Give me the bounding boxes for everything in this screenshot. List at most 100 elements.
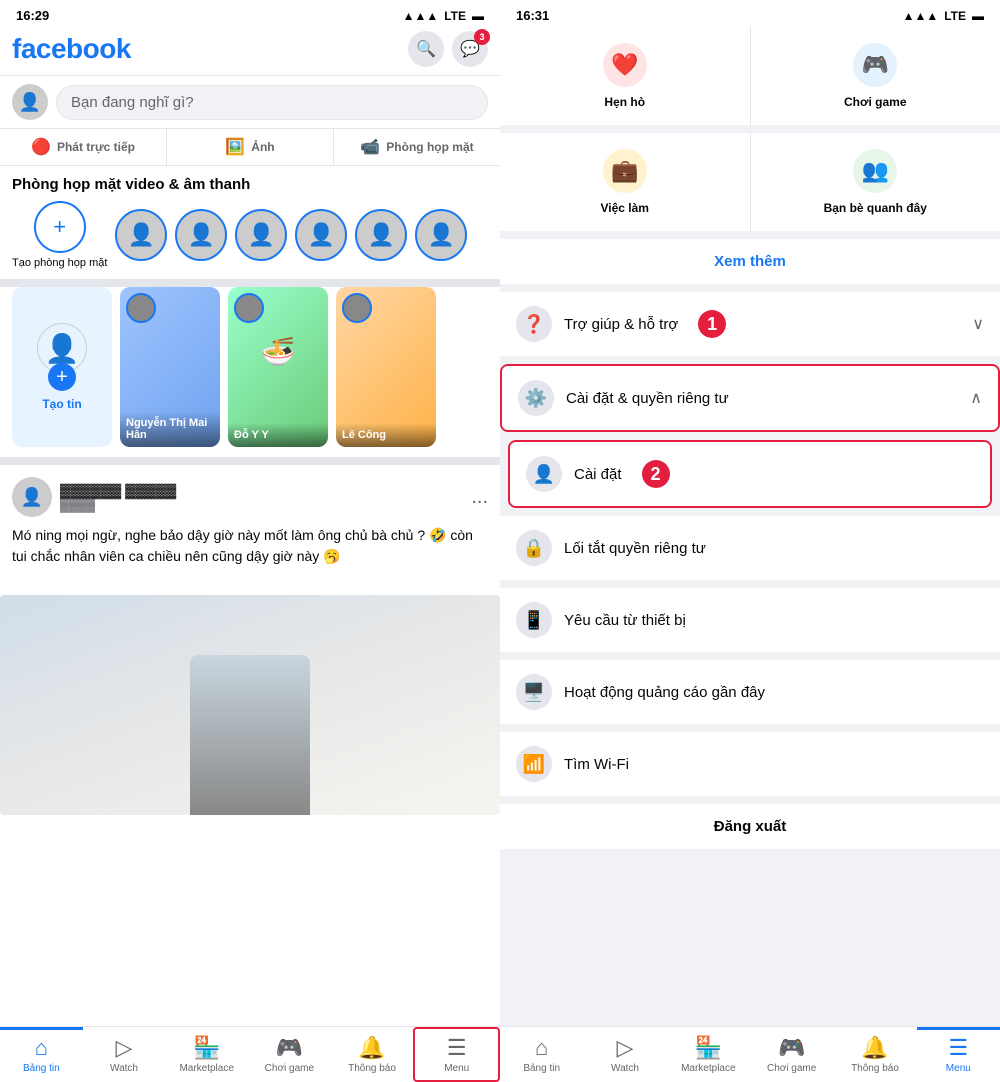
signal-icon: ▲▲▲ xyxy=(403,9,439,23)
help-row[interactable]: ❓ Trợ giúp & hỗ trợ 1 ∨ xyxy=(500,292,1000,356)
story-label-1: Nguyễn Thị Mai Hân xyxy=(120,411,220,447)
nav-menu[interactable]: ☰ Menu xyxy=(413,1027,500,1082)
nav-notifications[interactable]: 🔔 Thông báo xyxy=(331,1027,414,1082)
nearby-icon-box: 👥 xyxy=(853,149,897,193)
nearby-label: Bạn bè quanh đây xyxy=(824,201,927,215)
post-more-button[interactable]: ... xyxy=(471,486,488,509)
right-nav-home[interactable]: ⌂ Bảng tin xyxy=(500,1027,583,1082)
messenger-button[interactable]: 💬 3 xyxy=(452,31,488,67)
search-button[interactable]: 🔍 xyxy=(408,31,444,67)
post-avatar: 👤 xyxy=(12,477,52,517)
ad-activity-section: 🖥️ Hoạt động quảng cáo gần đây xyxy=(500,660,1000,724)
wifi-label: Tìm Wi-Fi xyxy=(564,756,629,773)
menu-item-jobs[interactable]: 💼 Việc làm xyxy=(500,133,751,231)
right-watch-icon: ▷ xyxy=(617,1035,634,1061)
room-avatar-4: 👤 xyxy=(295,209,347,261)
menu-scroll[interactable]: ❤️ Hẹn hò 🎮 Chơi game 💼 Việc làm 👥 Bạn b… xyxy=(500,27,1000,1082)
room-avatar-5: 👤 xyxy=(355,209,407,261)
nav-marketplace[interactable]: 🏪 Marketplace xyxy=(165,1027,248,1082)
wifi-icon: 📶 xyxy=(516,746,552,782)
right-nav-gaming[interactable]: 🎮 Chơi game xyxy=(750,1027,833,1082)
battery-icon: ▬ xyxy=(472,9,484,23)
user-placeholder-icon: 👤 xyxy=(45,332,80,365)
right-nav-menu[interactable]: ☰ Menu xyxy=(917,1027,1000,1082)
jobs-icon-box: 💼 xyxy=(603,149,647,193)
bell-icon: 🔔 xyxy=(358,1035,385,1061)
right-menu-icon: ☰ xyxy=(948,1035,968,1061)
nav-watch[interactable]: ▷ Watch xyxy=(83,1027,166,1082)
settings-sub-label: Cài đặt xyxy=(574,466,622,483)
see-more-button[interactable]: Xem thêm xyxy=(500,239,1000,284)
post-avatar-icon: 👤 xyxy=(21,487,43,508)
create-story-label: Tạo tin xyxy=(42,397,81,411)
menu-item-game-right[interactable]: 🎮 Chơi game xyxy=(751,27,1000,125)
add-story-button[interactable]: + xyxy=(48,363,76,391)
settings-sub-inner: 👤 Cài đặt 2 xyxy=(510,442,990,506)
wifi-left: 📶 Tìm Wi-Fi xyxy=(516,746,629,782)
room-avatar-6: 👤 xyxy=(415,209,467,261)
menu-grid-bottom: 💼 Việc làm 👥 Bạn bè quanh đây xyxy=(500,133,1000,231)
nav-gaming-label: Chơi game xyxy=(265,1063,314,1074)
menu-grid-top: ❤️ Hẹn hò 🎮 Chơi game xyxy=(500,27,1000,125)
help-label: Trợ giúp & hỗ trợ xyxy=(564,316,678,333)
user-avatar: 👤 xyxy=(12,84,48,120)
help-chevron: ∨ xyxy=(972,314,984,334)
post-user: 👤 ▓▓▓▓▓▓ ▓▓▓▓▓ ▓▓▓▓ xyxy=(12,477,176,517)
privacy-shortcut-row[interactable]: 🔒 Lối tắt quyền riêng tư xyxy=(500,516,1000,580)
settings-privacy-left: ⚙️ Cài đặt & quyền riêng tư xyxy=(518,380,729,416)
story-card-1[interactable]: Nguyễn Thị Mai Hân xyxy=(120,287,220,447)
post-user-name: ▓▓▓▓▓▓ ▓▓▓▓▓ xyxy=(60,482,176,498)
right-nav-menu-label: Menu xyxy=(946,1063,971,1074)
device-request-row[interactable]: 📱 Yêu cầu từ thiết bị xyxy=(500,588,1000,652)
photo-button[interactable]: 🖼️ Ảnh xyxy=(167,129,334,165)
game-icon-box: 🎮 xyxy=(853,43,897,87)
settings-chevron: ∧ xyxy=(970,388,982,408)
nav-menu-label: Menu xyxy=(444,1063,469,1074)
right-nav-watch[interactable]: ▷ Watch xyxy=(583,1027,666,1082)
room-button[interactable]: 📹 Phòng họp mặt xyxy=(334,129,500,165)
room-row: + Tạo phòng họp mặt 👤 👤 👤 👤 👤 👤 xyxy=(12,201,488,269)
marketplace-icon: 🏪 xyxy=(193,1035,220,1061)
privacy-shortcut-left: 🔒 Lối tắt quyền riêng tư xyxy=(516,530,706,566)
post-header: 👤 ▓▓▓▓▓▓ ▓▓▓▓▓ ▓▓▓▓ ... xyxy=(12,477,488,517)
right-nav-notifications-label: Thông báo xyxy=(851,1063,899,1074)
right-nav-marketplace[interactable]: 🏪 Marketplace xyxy=(667,1027,750,1082)
left-bottom-nav: ⌂ Bảng tin ▷ Watch 🏪 Marketplace 🎮 Chơi … xyxy=(0,1026,500,1082)
help-section: ❓ Trợ giúp & hỗ trợ 1 ∨ xyxy=(500,292,1000,356)
photo-label: Ảnh xyxy=(251,140,274,154)
create-room-label: Tạo phòng họp mặt xyxy=(12,257,107,269)
right-battery-icon: ▬ xyxy=(972,9,984,23)
composer-input[interactable]: Bạn đang nghĩ gì? xyxy=(56,85,488,120)
menu-item-nearby[interactable]: 👥 Bạn bè quanh đây xyxy=(751,133,1000,231)
dating-label: Hẹn hò xyxy=(604,95,645,109)
menu-item-dating[interactable]: ❤️ Hẹn hò xyxy=(500,27,751,125)
story-card-3[interactable]: Lê Công xyxy=(336,287,436,447)
post-image-bg xyxy=(0,595,500,815)
settings-sub-row[interactable]: 👤 Cài đặt 2 xyxy=(510,442,990,506)
nav-home-label: Bảng tin xyxy=(23,1063,60,1074)
story-avatar-1 xyxy=(126,293,156,323)
stories-row: 👤 + Tạo tin Nguyễn Thị Mai Hân 🍜 xyxy=(12,287,488,447)
nav-home[interactable]: ⌂ Bảng tin xyxy=(0,1027,83,1082)
device-request-label: Yêu cầu từ thiết bị xyxy=(564,612,686,629)
live-button[interactable]: 🔴 Phát trực tiếp xyxy=(0,129,167,165)
right-signal-icon: ▲▲▲ xyxy=(903,9,939,23)
wifi-row[interactable]: 📶 Tìm Wi-Fi xyxy=(500,732,1000,796)
create-room-button[interactable]: + Tạo phòng họp mặt xyxy=(12,201,107,269)
post-image-inner xyxy=(0,595,500,815)
create-story-card[interactable]: 👤 + Tạo tin xyxy=(12,287,112,447)
settings-privacy-row[interactable]: ⚙️ Cài đặt & quyền riêng tư ∧ xyxy=(502,366,998,430)
create-story-inner: 👤 + Tạo tin xyxy=(12,287,112,447)
room-avatar-1: 👤 xyxy=(115,209,167,261)
right-network-label: LTE xyxy=(944,9,966,23)
room-avatar-2: 👤 xyxy=(175,209,227,261)
live-icon: 🔴 xyxy=(31,137,51,157)
logout-button[interactable]: Đăng xuất xyxy=(500,804,1000,849)
left-status-bar: 16:29 ▲▲▲ LTE ▬ xyxy=(0,0,500,27)
ad-activity-row[interactable]: 🖥️ Hoạt động quảng cáo gần đây xyxy=(500,660,1000,724)
stories-section: 👤 + Tạo tin Nguyễn Thị Mai Hân 🍜 xyxy=(0,287,500,465)
create-room-circle[interactable]: + xyxy=(34,201,86,253)
nav-gaming[interactable]: 🎮 Chơi game xyxy=(248,1027,331,1082)
right-nav-notifications[interactable]: 🔔 Thông báo xyxy=(833,1027,916,1082)
story-card-2[interactable]: 🍜 Đỗ Y Y xyxy=(228,287,328,447)
